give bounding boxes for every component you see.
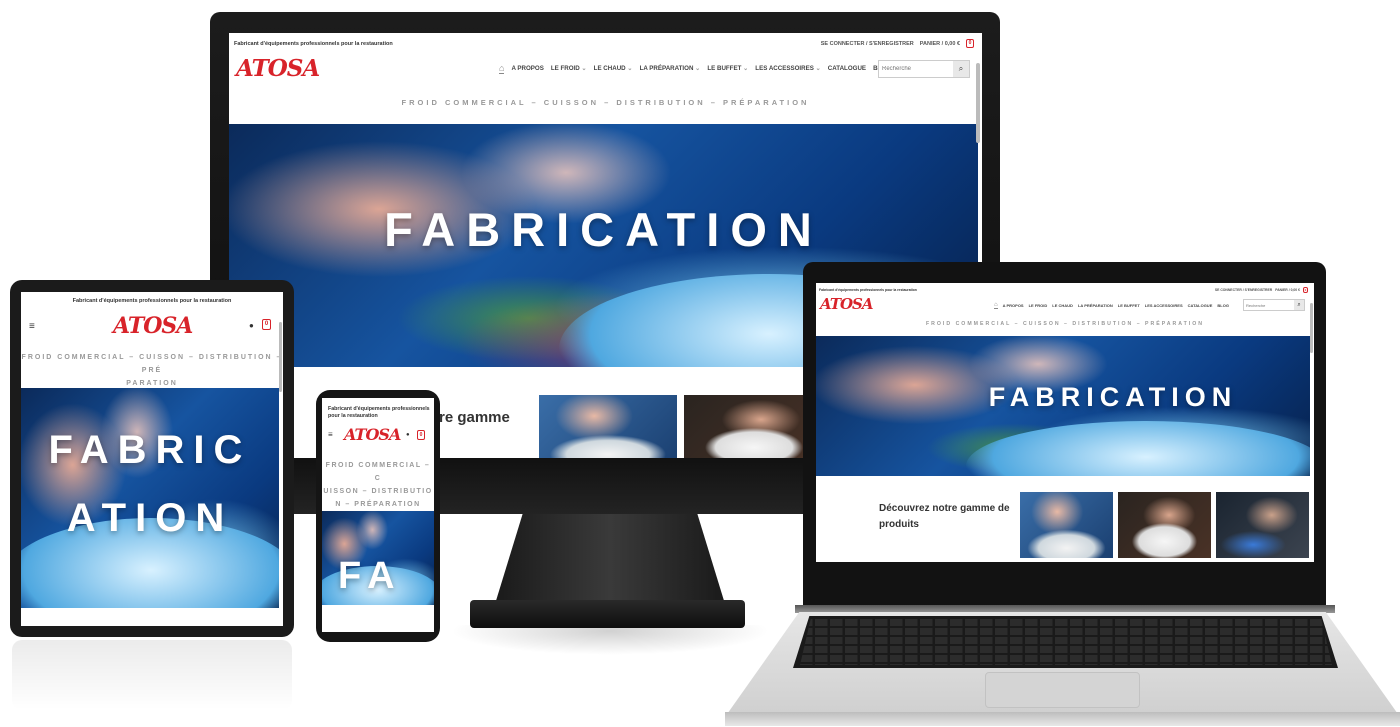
nav-item-les-accessoires[interactable]: LES ACCESSOIRES ⌄ — [755, 65, 821, 72]
product-thumb-1[interactable] — [1020, 492, 1113, 558]
tagline-line-3: N – PRÉPARATION — [335, 501, 421, 508]
laptop-screen: Fabricant d'équipements professionnels p… — [816, 283, 1314, 562]
monitor-stand-neck — [495, 514, 725, 604]
hero-title-line-2: ATION — [66, 496, 234, 540]
search-input[interactable] — [879, 66, 953, 72]
search-icon[interactable]: ⌕ — [1294, 300, 1304, 310]
site-logo[interactable]: ATOSA — [236, 55, 320, 82]
home-icon[interactable]: ⌂ — [994, 302, 998, 309]
product-thumb-2[interactable] — [1118, 492, 1211, 558]
hero-title-line-1: FABRIC — [48, 428, 252, 472]
search-box: ⌕ — [1243, 299, 1305, 311]
login-link[interactable]: SE CONNECTER / S'ENREGISTRER — [1215, 288, 1272, 292]
laptop-touchpad — [985, 672, 1140, 708]
hero-plate-image — [966, 421, 1310, 476]
nav-item-catalogue[interactable]: CATALOGUE — [1188, 303, 1213, 308]
menu-icon[interactable]: ≡ — [328, 430, 333, 439]
main-nav: ⌂ A PROPOS LE FROID ⌄ LE CHAUD ⌄ LA PRÉP… — [499, 63, 891, 74]
nav-item-a-propos[interactable]: A PROPOS — [1003, 303, 1024, 308]
home-icon[interactable]: ⌂ — [499, 63, 505, 74]
chevron-down-icon: ⌄ — [815, 65, 821, 72]
nav-item-le-froid[interactable]: LE FROID — [1029, 303, 1048, 308]
laptop-keys — [800, 619, 1332, 665]
hero-title: FABRICATION — [384, 203, 823, 256]
search-box: ⌕ — [878, 60, 970, 78]
product-thumb-3[interactable] — [1216, 492, 1309, 558]
nav-item-le-chaud[interactable]: LE CHAUD — [1052, 303, 1073, 308]
hero-banner: FABRIC ATION — [21, 388, 279, 608]
tablet-screen: Fabricant d'équipements professionnels p… — [21, 292, 283, 626]
top-bar: Fabricant d'équipements professionnels p… — [229, 33, 982, 48]
monitor-stand-base — [470, 600, 745, 628]
chevron-down-icon: ⌄ — [581, 65, 587, 72]
user-icon[interactable]: ● — [249, 321, 254, 330]
cart-icon[interactable]: 0 — [1303, 287, 1308, 293]
nav-item-catalogue[interactable]: CATALOGUE — [828, 65, 866, 72]
nav-item-les-accessoires[interactable]: LES ACCESSOIRES — [1145, 303, 1183, 308]
site-logo[interactable]: ATOSA — [820, 295, 874, 313]
scrollbar[interactable] — [279, 322, 282, 392]
site-logo[interactable]: ATOSA — [113, 313, 193, 339]
nav-item-le-buffet[interactable]: LE BUFFET ⌄ — [707, 65, 748, 72]
top-tagline: Fabricant d'équipements professionnels p… — [72, 298, 232, 304]
cart-icon[interactable]: 0 — [262, 319, 271, 330]
site-logo[interactable]: ATOSA — [344, 425, 401, 444]
top-tagline: Fabricant d'équipements professionnels p… — [322, 398, 434, 420]
chevron-down-icon: ⌄ — [695, 65, 701, 72]
monitor-shadow — [450, 625, 770, 655]
top-tagline-line-2: pour la restauration — [328, 413, 378, 419]
nav-item-blog[interactable]: BLOG — [1217, 303, 1229, 308]
tagline: FROID COMMERCIAL – CUISSON – DISTRIBUTIO… — [401, 98, 810, 107]
device-mockup-scene: Fabricant d'équipements professionnels p… — [0, 0, 1400, 727]
chevron-down-icon: ⌄ — [627, 65, 633, 72]
hero-title-fragment: FA — [338, 555, 403, 597]
tablet-reflection — [12, 640, 292, 710]
tagline: FROID COMMERCIAL – CUISSON – DISTRIBUTIO… — [925, 321, 1205, 327]
hero-banner: FA — [322, 511, 434, 605]
tagline: FROID COMMERCIAL – C UISSON – DISTRIBUTI… — [322, 459, 434, 511]
user-icon[interactable]: ● — [406, 432, 410, 438]
tagline-line-1: FROID COMMERCIAL – CUISSON – DISTRIBUTIO… — [21, 354, 283, 374]
login-link[interactable]: SE CONNECTER / S'ENREGISTRER — [821, 41, 914, 47]
cart-link[interactable]: PANIER / 0,00 € — [920, 41, 960, 47]
products-heading-fragment: tre gamme — [434, 409, 510, 426]
menu-icon[interactable]: ≡ — [29, 321, 35, 332]
scrollbar[interactable] — [976, 63, 980, 143]
laptop-hinge — [795, 605, 1335, 613]
search-icon[interactable]: ⌕ — [953, 61, 969, 77]
hero-title: FABRICATION — [988, 382, 1238, 412]
top-bar: Fabricant d'équipements professionnels p… — [816, 283, 1314, 293]
phone-screen: Fabricant d'équipements professionnels p… — [322, 398, 434, 632]
products-heading: Découvrez notre gamme de produits — [879, 503, 1010, 530]
tagline-line-1: FROID COMMERCIAL – C — [325, 462, 431, 482]
laptop-front-edge — [725, 712, 1400, 726]
cart-link[interactable]: PANIER / 0,00 € — [1275, 288, 1300, 292]
nav-item-le-chaud[interactable]: LE CHAUD ⌄ — [594, 65, 633, 72]
scrollbar[interactable] — [1310, 303, 1313, 353]
nav-item-la-preparation[interactable]: LA PRÉPARATION ⌄ — [640, 65, 701, 72]
top-tagline-line-1: Fabricant d'équipements professionnels — [328, 406, 430, 412]
tagline: FROID COMMERCIAL – CUISSON – DISTRIBUTIO… — [21, 351, 283, 390]
product-thumb-1[interactable] — [539, 395, 677, 461]
nav-item-a-propos[interactable]: A PROPOS — [511, 65, 543, 72]
tagline-line-2: UISSON – DISTRIBUTIO — [323, 488, 433, 495]
hero-banner: FABRICATION — [816, 336, 1310, 476]
search-input[interactable] — [1244, 302, 1294, 308]
header: ATOSA — [236, 55, 320, 82]
nav-item-le-buffet[interactable]: LE BUFFET — [1118, 303, 1140, 308]
nav-item-la-preparation[interactable]: LA PRÉPARATION — [1078, 303, 1113, 308]
cart-icon[interactable]: 0 — [966, 39, 974, 48]
main-nav: ⌂ A PROPOS LE FROID LE CHAUD LA PRÉPARAT… — [994, 302, 1229, 309]
chevron-down-icon: ⌄ — [743, 65, 749, 72]
nav-item-le-froid[interactable]: LE FROID ⌄ — [551, 65, 587, 72]
cart-icon[interactable]: 0 — [417, 430, 425, 440]
top-tagline: Fabricant d'équipements professionnels p… — [234, 40, 393, 47]
top-tagline: Fabricant d'équipements professionnels p… — [819, 288, 917, 292]
